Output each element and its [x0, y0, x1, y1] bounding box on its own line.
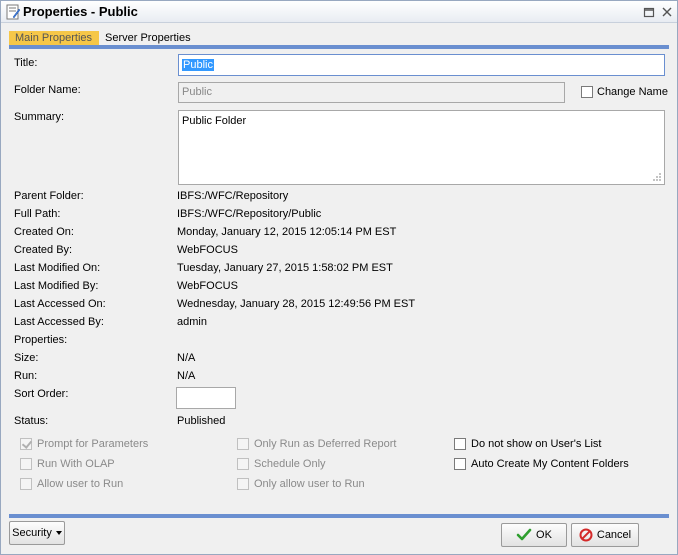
title-input[interactable]: Public — [178, 54, 665, 76]
main-properties-panel: Title: Public Folder Name: Public Change… — [9, 49, 669, 511]
run-value: N/A — [177, 370, 196, 382]
full-path-label: Full Path: — [14, 208, 61, 220]
hide-on-user-list-checkbox[interactable] — [454, 438, 466, 450]
footer-divider — [9, 514, 669, 518]
schedule-only-label: Schedule Only — [254, 458, 326, 470]
chevron-down-icon — [55, 531, 62, 535]
change-name-checkbox[interactable] — [581, 86, 593, 98]
full-path-value: IBFS:/WFC/Repository/Public — [177, 208, 322, 220]
prompt-parameters-label: Prompt for Parameters — [37, 438, 149, 450]
cancel-button-label: Cancel — [596, 529, 632, 541]
prompt-parameters-checkbox[interactable] — [20, 438, 32, 450]
last-modified-on-value: Tuesday, January 27, 2015 1:58:02 PM EST — [177, 262, 393, 274]
created-on-label: Created On: — [14, 226, 74, 238]
created-by-label: Created By: — [14, 244, 73, 256]
schedule-only-checkbox[interactable] — [237, 458, 249, 470]
deferred-only-label: Only Run as Deferred Report — [254, 438, 397, 450]
sort-order-input[interactable] — [176, 387, 236, 409]
only-allow-user-run-checkbox[interactable] — [237, 478, 249, 490]
ok-button-label: OK — [536, 529, 552, 541]
hide-on-user-list-label: Do not show on User's List — [471, 438, 602, 450]
summary-value: Public Folder — [182, 115, 247, 127]
tab-bar: Main Properties Server Properties — [9, 31, 669, 46]
only-allow-user-run-label: Only allow user to Run — [254, 478, 365, 490]
parent-folder-value: IBFS:/WFC/Repository — [177, 190, 289, 202]
cancel-button[interactable]: Cancel — [571, 523, 639, 547]
last-modified-by-label: Last Modified By: — [14, 280, 99, 292]
tab-server-properties[interactable]: Server Properties — [99, 31, 197, 46]
created-by-value: WebFOCUS — [177, 244, 238, 256]
title-input-value: Public — [182, 59, 214, 71]
title-label: Title: — [14, 57, 38, 69]
cancel-icon — [579, 528, 593, 542]
last-accessed-by-label: Last Accessed By: — [14, 316, 104, 328]
checkmark-icon — [516, 528, 532, 541]
last-modified-on-label: Last Modified On: — [14, 262, 101, 274]
properties-icon — [6, 4, 21, 20]
summary-textarea[interactable]: Public Folder — [178, 110, 665, 185]
properties-label: Properties: — [14, 334, 68, 346]
tab-main-properties[interactable]: Main Properties — [9, 31, 99, 46]
auto-create-folders-label: Auto Create My Content Folders — [471, 458, 629, 470]
summary-label: Summary: — [14, 111, 65, 123]
properties-dialog: Properties - Public Main Properties Serv… — [0, 0, 678, 555]
security-button[interactable]: Security — [9, 521, 65, 545]
last-modified-by-value: WebFOCUS — [177, 280, 238, 292]
run-olap-label: Run With OLAP — [37, 458, 115, 470]
deferred-only-checkbox[interactable] — [237, 438, 249, 450]
auto-create-folders-checkbox[interactable] — [454, 458, 466, 470]
size-value: N/A — [177, 352, 196, 364]
size-label: Size: — [14, 352, 39, 364]
sort-order-label: Sort Order: — [14, 388, 69, 400]
run-olap-checkbox[interactable] — [20, 458, 32, 470]
allow-user-run-checkbox[interactable] — [20, 478, 32, 490]
parent-folder-label: Parent Folder: — [14, 190, 84, 202]
status-value: Published — [177, 415, 226, 427]
close-icon[interactable] — [661, 6, 673, 18]
last-accessed-on-label: Last Accessed On: — [14, 298, 106, 310]
ok-button[interactable]: OK — [501, 523, 567, 547]
maximize-icon[interactable] — [643, 6, 655, 18]
resize-grip-icon[interactable] — [652, 172, 662, 182]
run-label: Run: — [14, 370, 38, 382]
allow-user-run-label: Allow user to Run — [37, 478, 124, 490]
title-bar: Properties - Public — [1, 1, 677, 23]
last-accessed-on-value: Wednesday, January 28, 2015 12:49:56 PM … — [177, 298, 416, 310]
folder-name-label: Folder Name: — [14, 84, 81, 96]
folder-name-input: Public — [178, 82, 565, 103]
change-name-label: Change Name — [597, 86, 668, 98]
created-on-value: Monday, January 12, 2015 12:05:14 PM EST — [177, 226, 397, 238]
security-button-label: Security — [12, 527, 52, 539]
window-title: Properties - Public — [23, 4, 138, 19]
status-label: Status: — [14, 415, 49, 427]
last-accessed-by-value: admin — [177, 316, 207, 328]
